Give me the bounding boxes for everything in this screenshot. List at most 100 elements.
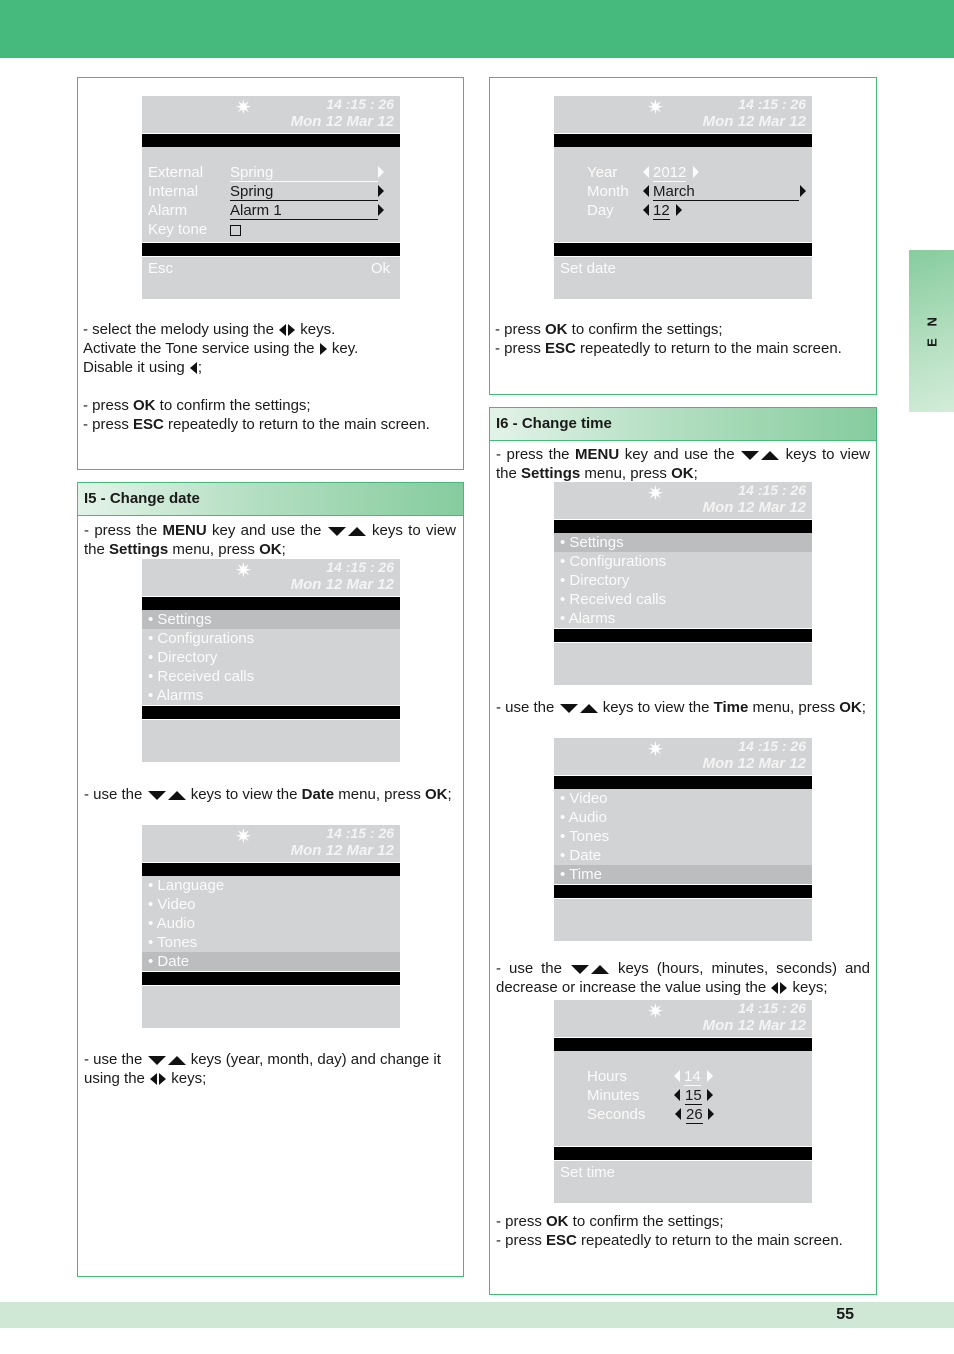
screen-divider-bar (554, 242, 812, 256)
set-date-screen: ✷ 14 :15 : 26 Mon 12 Mar 12 Year 2012 Mo… (554, 96, 812, 299)
screen-time: 14 :15 : 26 (738, 482, 806, 498)
down-key-icon (559, 703, 578, 713)
tones-screen-body: External Spring Internal Spring Alarm Al… (142, 147, 400, 242)
date-label-day: Day (587, 202, 614, 219)
date-value-year[interactable]: 2012 (653, 164, 687, 182)
arrow-left-icon[interactable] (674, 1070, 680, 1082)
change-date-step-3: - use the keys (year, month, day) and ch… (84, 1051, 441, 1087)
date-label-month: Month (587, 183, 629, 200)
time-value-hours[interactable]: 14 (684, 1068, 701, 1086)
menu-item-date[interactable]: • Date (142, 952, 400, 971)
tone-value-internal[interactable]: Spring (230, 183, 378, 201)
language-tab-label: E N (924, 313, 939, 347)
menu-item-audio[interactable]: • Audio (554, 808, 812, 827)
tone-label-external: External (148, 164, 204, 181)
screen-time: 14 :15 : 26 (738, 738, 806, 754)
menu-item-directory[interactable]: • Directory (554, 571, 812, 590)
left-key-icon (279, 324, 287, 337)
menu-item-settings[interactable]: • Settings (142, 610, 400, 629)
menu-item-time[interactable]: • Time (554, 865, 812, 884)
tone-label-key-tone: Key tone (148, 221, 208, 238)
left-key-icon (771, 982, 779, 995)
tones-panel: ✷ 14 :15 : 26 Mon 12 Mar 12 External Spr… (77, 77, 464, 470)
set-time-softkey[interactable]: Set time (560, 1164, 615, 1181)
arrow-right-icon[interactable] (708, 1108, 714, 1120)
menu-item-alarms[interactable]: • Alarms (142, 686, 400, 705)
menu-item-tones[interactable]: • Tones (554, 827, 812, 846)
menu-item-video[interactable]: • Video (554, 789, 812, 808)
menu-item-video[interactable]: • Video (142, 895, 400, 914)
section-title: I5 - Change date (78, 483, 463, 516)
settings-menu-screen: ✷ 14 :15 : 26 Mon 12 Mar 12 • Language •… (142, 825, 400, 1028)
menu-item-configurations[interactable]: • Configurations (554, 552, 812, 571)
star-icon: ✷ (647, 97, 664, 119)
key-tone-checkbox[interactable] (230, 225, 241, 236)
screen-divider-bar (142, 133, 400, 147)
screen-divider-bar (554, 1037, 812, 1051)
menu-item-configurations[interactable]: • Configurations (142, 629, 400, 648)
tone-label-internal: Internal (148, 183, 199, 200)
arrow-right-icon[interactable] (378, 166, 384, 178)
screen-divider-bar (554, 1146, 812, 1160)
time-label-seconds: Seconds (587, 1106, 646, 1123)
screen-date: Mon 12 Mar 12 (702, 113, 806, 130)
star-icon: ✷ (235, 97, 252, 119)
menu-item-audio[interactable]: • Audio (142, 914, 400, 933)
menu-item-settings[interactable]: • Settings (554, 533, 812, 552)
menu-item-received-calls[interactable]: • Received calls (554, 590, 812, 609)
set-date-panel: ✷ 14 :15 : 26 Mon 12 Mar 12 Year 2012 Mo… (489, 77, 877, 395)
down-key-icon (741, 450, 760, 460)
menu-item-language[interactable]: • Language (142, 876, 400, 895)
set-date-softkey[interactable]: Set date (560, 260, 616, 277)
date-value-month[interactable]: March (653, 183, 799, 201)
screen-date: Mon 12 Mar 12 (290, 842, 394, 859)
screen-footer: Set time (554, 1160, 812, 1203)
menu-item-directory[interactable]: • Directory (142, 648, 400, 667)
change-time-panel: I6 - Change time - press the MENU key an… (489, 407, 877, 1295)
left-key-icon (189, 362, 197, 375)
arrow-right-icon[interactable] (693, 166, 699, 178)
menu-item-date[interactable]: • Date (554, 846, 812, 865)
arrow-right-icon[interactable] (378, 185, 384, 197)
date-value-day[interactable]: 12 (653, 202, 670, 220)
screen-header: ✷ 14 :15 : 26 Mon 12 Mar 12 (142, 825, 400, 862)
arrow-right-icon[interactable] (378, 204, 384, 216)
arrow-left-icon[interactable] (643, 166, 649, 178)
screen-time: 14 :15 : 26 (738, 1000, 806, 1016)
menu-item-alarms[interactable]: • Alarms (554, 609, 812, 628)
date-label-year: Year (587, 164, 618, 181)
section-title: I6 - Change time (490, 408, 876, 441)
menu-item-received-calls[interactable]: • Received calls (142, 667, 400, 686)
tone-value-alarm[interactable]: Alarm 1 (230, 202, 378, 220)
arrow-left-icon[interactable] (643, 185, 649, 197)
screen-date: Mon 12 Mar 12 (702, 755, 806, 772)
change-time-final-instructions: - press OK to confirm the settings; - pr… (496, 1213, 843, 1249)
time-value-minutes[interactable]: 15 (685, 1087, 702, 1105)
arrow-left-icon[interactable] (675, 1108, 681, 1120)
change-time-step-1: - press the MENU key and use the keys to… (496, 446, 871, 482)
screen-divider-bar (142, 596, 400, 610)
screen-time: 14 :15 : 26 (738, 96, 806, 112)
ok-softkey[interactable]: Ok (371, 260, 390, 277)
arrow-right-icon[interactable] (707, 1089, 713, 1101)
arrow-right-icon[interactable] (676, 204, 682, 216)
screen-date: Mon 12 Mar 12 (702, 499, 806, 516)
esc-softkey[interactable]: Esc (148, 260, 173, 277)
arrow-left-icon[interactable] (674, 1089, 680, 1101)
time-value-seconds[interactable]: 26 (686, 1106, 703, 1124)
footer-band (0, 1302, 954, 1328)
arrow-left-icon[interactable] (643, 204, 649, 216)
up-key-icon (590, 964, 609, 974)
star-icon: ✷ (647, 739, 664, 761)
screen-divider-bar (554, 884, 812, 898)
tones-instructions: - select the melody using the keys. Acti… (83, 321, 430, 433)
menu-item-tones[interactable]: • Tones (142, 933, 400, 952)
right-key-icon (288, 324, 296, 337)
menu-list: • Language • Video • Audio • Tones • Dat… (142, 876, 400, 971)
down-key-icon (570, 964, 589, 974)
arrow-right-icon[interactable] (800, 185, 806, 197)
arrow-right-icon[interactable] (707, 1070, 713, 1082)
tone-value-external[interactable]: Spring (230, 164, 378, 182)
menu-list: • Video • Audio • Tones • Date • Time (554, 789, 812, 884)
screen-divider-bar (142, 242, 400, 256)
